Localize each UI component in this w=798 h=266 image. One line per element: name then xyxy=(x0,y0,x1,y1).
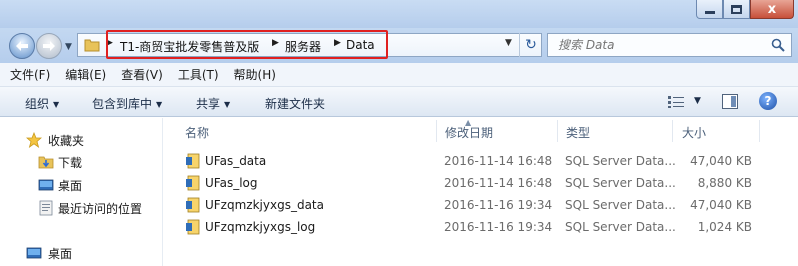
breadcrumb-item-root[interactable]: T1-商贸宝批发零售普及版 xyxy=(120,38,259,55)
view-options-icon[interactable] xyxy=(667,95,685,109)
help-icon[interactable]: ? xyxy=(759,92,777,110)
column-header-size[interactable]: 大小 xyxy=(682,124,706,141)
sidebar-item-label: 桌面 xyxy=(58,178,83,193)
address-history-dropdown-icon[interactable]: ▼ xyxy=(505,38,512,48)
file-name: UFzqmzkjyxgs_data xyxy=(205,198,324,212)
menu-help[interactable]: 帮助(H) xyxy=(234,66,276,83)
file-size: 47,040 KB xyxy=(690,154,752,168)
view-options-dropdown-icon[interactable]: ▼ xyxy=(694,96,701,106)
column-divider[interactable] xyxy=(557,120,558,142)
sidebar-item-label: 桌面 xyxy=(48,246,73,261)
minimize-button[interactable] xyxy=(696,0,723,19)
address-bar[interactable]: ▶ T1-商贸宝批发零售普及版 ▶ 服务器 ▶ Data ▼ xyxy=(77,33,542,57)
search-icon[interactable] xyxy=(771,38,785,52)
file-name: UFas_log xyxy=(205,176,258,190)
database-file-icon xyxy=(186,197,200,213)
sidebar-item-recent-places[interactable]: 最近访问的位置 xyxy=(0,198,160,218)
share-label: 共享 xyxy=(196,97,221,111)
file-type: SQL Server Data... xyxy=(565,154,676,168)
breadcrumb-item-server[interactable]: 服务器 xyxy=(285,38,321,55)
include-in-library-button[interactable]: 包含到库中 ▼ xyxy=(92,95,162,112)
include-in-library-label: 包含到库中 xyxy=(92,97,153,111)
chevron-down-icon: ▼ xyxy=(53,100,60,109)
sidebar-item-label: 收藏夹 xyxy=(48,133,85,148)
breadcrumb-chevron-icon[interactable]: ▶ xyxy=(272,38,279,48)
chevron-down-icon: ▼ xyxy=(156,100,163,109)
title-bar: x xyxy=(0,0,798,28)
file-row[interactable]: UFzqmzkjyxgs_log 2016-11-16 19:34 SQL Se… xyxy=(180,217,780,237)
chevron-down-icon: ▼ xyxy=(224,100,231,109)
file-modified: 2016-11-14 16:48 xyxy=(444,176,553,190)
breadcrumb-chevron-icon[interactable]: ▶ xyxy=(106,38,113,48)
maximize-button[interactable] xyxy=(723,0,750,19)
star-icon xyxy=(26,132,42,148)
minimize-icon xyxy=(704,10,715,14)
recent-places-icon xyxy=(39,200,53,216)
menu-edit[interactable]: 编辑(E) xyxy=(65,66,106,83)
file-modified: 2016-11-16 19:34 xyxy=(444,198,553,212)
column-divider[interactable] xyxy=(672,120,673,142)
file-size: 1,024 KB xyxy=(697,220,752,234)
database-file-icon xyxy=(186,153,200,169)
preview-pane-icon[interactable] xyxy=(722,94,738,109)
download-folder-icon xyxy=(38,156,54,169)
back-button[interactable] xyxy=(9,33,35,59)
column-header-name[interactable]: 名称 xyxy=(185,124,209,141)
desktop-icon xyxy=(38,179,54,191)
file-size: 8,880 KB xyxy=(697,176,752,190)
column-divider[interactable] xyxy=(759,120,760,142)
column-header-row: ▲ 名称 修改日期 类型 大小 xyxy=(164,118,798,144)
arrow-left-icon xyxy=(16,41,28,51)
file-type: SQL Server Data... xyxy=(565,220,676,234)
search-input[interactable] xyxy=(548,34,768,56)
file-modified: 2016-11-14 16:48 xyxy=(444,154,553,168)
close-icon: x xyxy=(767,1,777,17)
file-size: 47,040 KB xyxy=(690,198,752,212)
desktop-icon xyxy=(26,247,42,259)
file-type: SQL Server Data... xyxy=(565,198,676,212)
file-name: UFzqmzkjyxgs_log xyxy=(205,220,316,234)
organize-label: 组织 xyxy=(25,97,50,111)
file-name: UFas_data xyxy=(205,154,267,168)
close-button[interactable]: x xyxy=(750,0,794,19)
scrollbar[interactable] xyxy=(794,118,798,266)
database-file-icon xyxy=(186,175,200,191)
file-modified: 2016-11-16 19:34 xyxy=(444,220,553,234)
breadcrumb-item-data[interactable]: Data xyxy=(346,38,375,52)
organize-button[interactable]: 组织 ▼ xyxy=(25,95,59,112)
window-controls: x xyxy=(696,0,794,20)
share-button[interactable]: 共享 ▼ xyxy=(196,95,230,112)
refresh-button[interactable]: ↻ xyxy=(519,33,542,57)
sidebar-item-favorites[interactable]: 收藏夹 xyxy=(0,130,160,150)
menu-bar: 文件(F) 编辑(E) 查看(V) 工具(T) 帮助(H) xyxy=(0,63,798,87)
sidebar-item-label: 最近访问的位置 xyxy=(58,201,143,216)
new-folder-button[interactable]: 新建文件夹 xyxy=(265,95,325,112)
maximize-icon xyxy=(731,4,742,14)
file-type: SQL Server Data... xyxy=(565,176,676,190)
menu-tools[interactable]: 工具(T) xyxy=(178,66,219,83)
forward-button[interactable] xyxy=(36,33,62,59)
file-row[interactable]: UFzqmzkjyxgs_data 2016-11-16 19:34 SQL S… xyxy=(180,195,780,215)
arrow-right-icon xyxy=(43,41,55,51)
navigation-pane: 收藏夹 下载 桌面 最近访问的位置 桌面 xyxy=(0,118,163,266)
breadcrumb-chevron-icon[interactable]: ▶ xyxy=(334,38,341,48)
sidebar-item-desktop[interactable]: 桌面 xyxy=(0,175,160,195)
refresh-icon: ↻ xyxy=(525,37,537,53)
file-row[interactable]: UFas_data 2016-11-14 16:48 SQL Server Da… xyxy=(180,151,780,171)
column-header-type[interactable]: 类型 xyxy=(566,124,590,141)
recent-pages-dropdown-icon[interactable]: ▼ xyxy=(65,42,72,52)
column-header-modified[interactable]: 修改日期 xyxy=(445,124,493,141)
search-box[interactable] xyxy=(547,33,792,57)
sidebar-item-desktop-root[interactable]: 桌面 xyxy=(0,243,160,263)
database-file-icon xyxy=(186,219,200,235)
sidebar-item-label: 下载 xyxy=(58,155,83,170)
menu-view[interactable]: 查看(V) xyxy=(121,66,163,83)
menu-file[interactable]: 文件(F) xyxy=(10,66,50,83)
column-divider[interactable] xyxy=(436,120,437,142)
file-row[interactable]: UFas_log 2016-11-14 16:48 SQL Server Dat… xyxy=(180,173,780,193)
folder-icon xyxy=(84,39,100,52)
sidebar-item-downloads[interactable]: 下载 xyxy=(0,152,160,172)
